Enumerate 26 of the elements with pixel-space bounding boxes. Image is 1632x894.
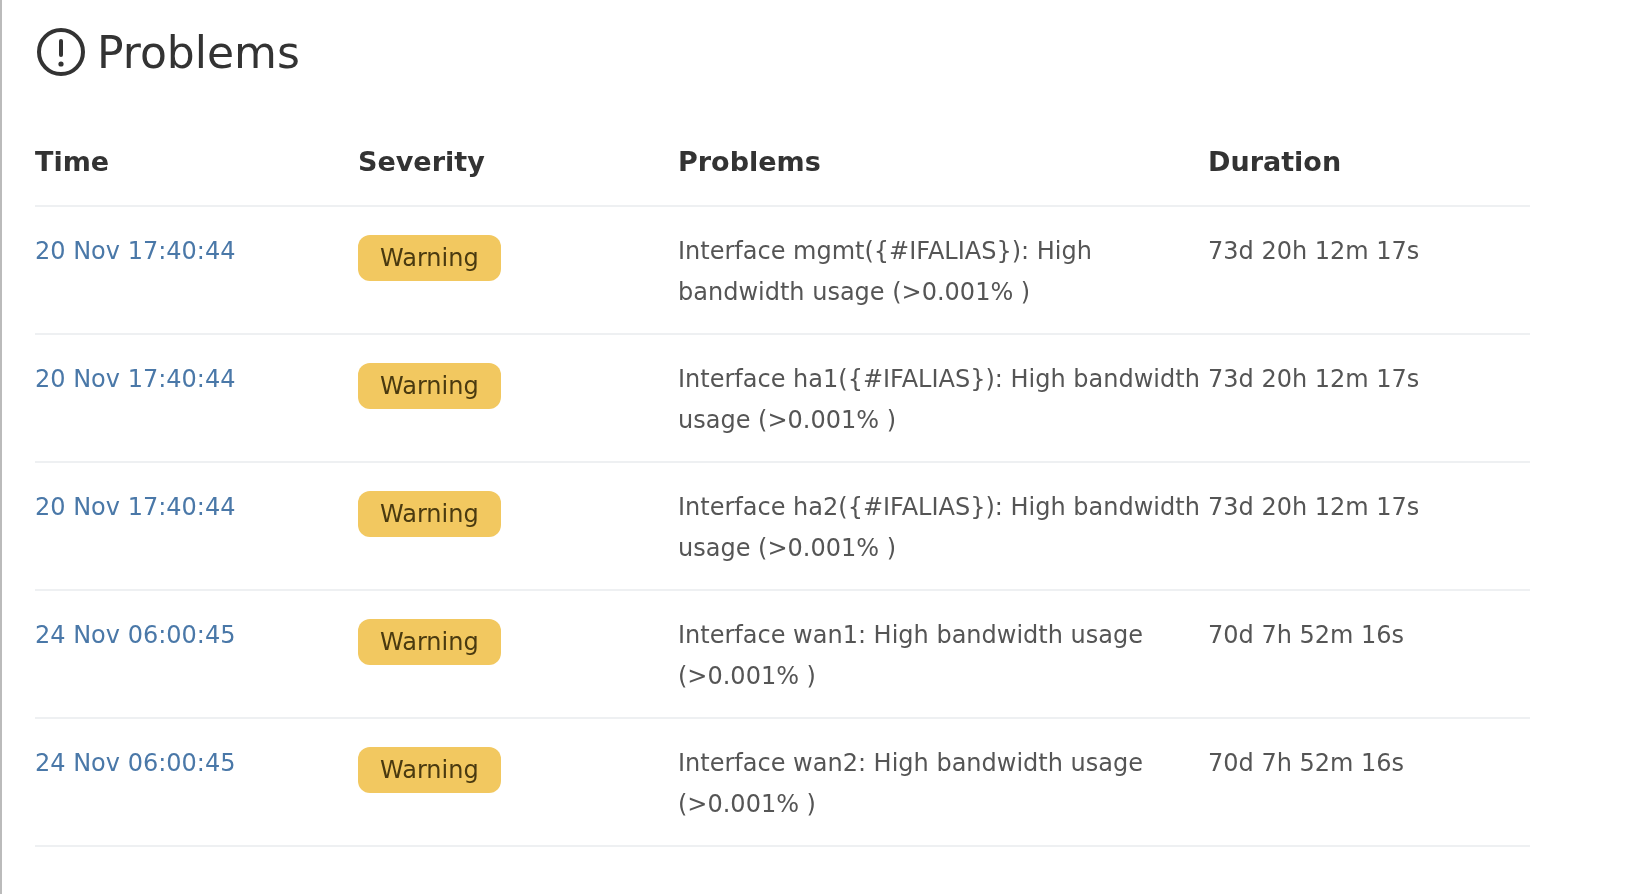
severity-badge: Warning: [358, 235, 501, 281]
problem-text: Interface mgmt({#IFALIAS}): High bandwidth usage (>0.001% ): [678, 236, 1093, 308]
severity-badge: Warning: [358, 363, 501, 409]
problem-text: Interface wan2: High bandwidth usage (>0.001% ): [678, 748, 1144, 820]
alert-icon: [35, 26, 87, 78]
time-link[interactable]: 20 Nov 17:40:44: [35, 237, 358, 265]
time-link[interactable]: 20 Nov 17:40:44: [35, 365, 358, 393]
severity-badge: Warning: [358, 491, 501, 537]
duration-text: 73d 20h 12m 17s: [1208, 236, 1421, 267]
severity-badge: Warning: [358, 619, 501, 665]
severity-badge: Warning: [358, 747, 501, 793]
column-header: Time: [35, 146, 111, 177]
problem-text: Interface wan1: High bandwidth usage (>0.001% ): [678, 620, 1144, 692]
duration-text: 70d 7h 52m 16s: [1208, 748, 1406, 779]
time-link[interactable]: 20 Nov 17:40:44: [35, 493, 358, 521]
column-header: Duration: [1208, 146, 1343, 177]
column-header: Problems: [678, 146, 822, 177]
duration-text: 73d 20h 12m 17s: [1208, 364, 1421, 395]
time-link[interactable]: 24 Nov 06:00:45: [35, 749, 358, 777]
duration-text: 73d 20h 12m 17s: [1208, 492, 1421, 523]
column-header: Severity: [358, 146, 486, 177]
problem-text: Interface ha1({#IFALIAS}): High bandwidth usage (>0.001% ): [678, 364, 1201, 436]
page-title: Problems: [97, 26, 300, 78]
problem-text: Interface ha2({#IFALIAS}): High bandwidth usage (>0.001% ): [678, 492, 1201, 564]
time-link[interactable]: 24 Nov 06:00:45: [35, 621, 358, 649]
duration-text: 70d 7h 52m 16s: [1208, 620, 1406, 651]
